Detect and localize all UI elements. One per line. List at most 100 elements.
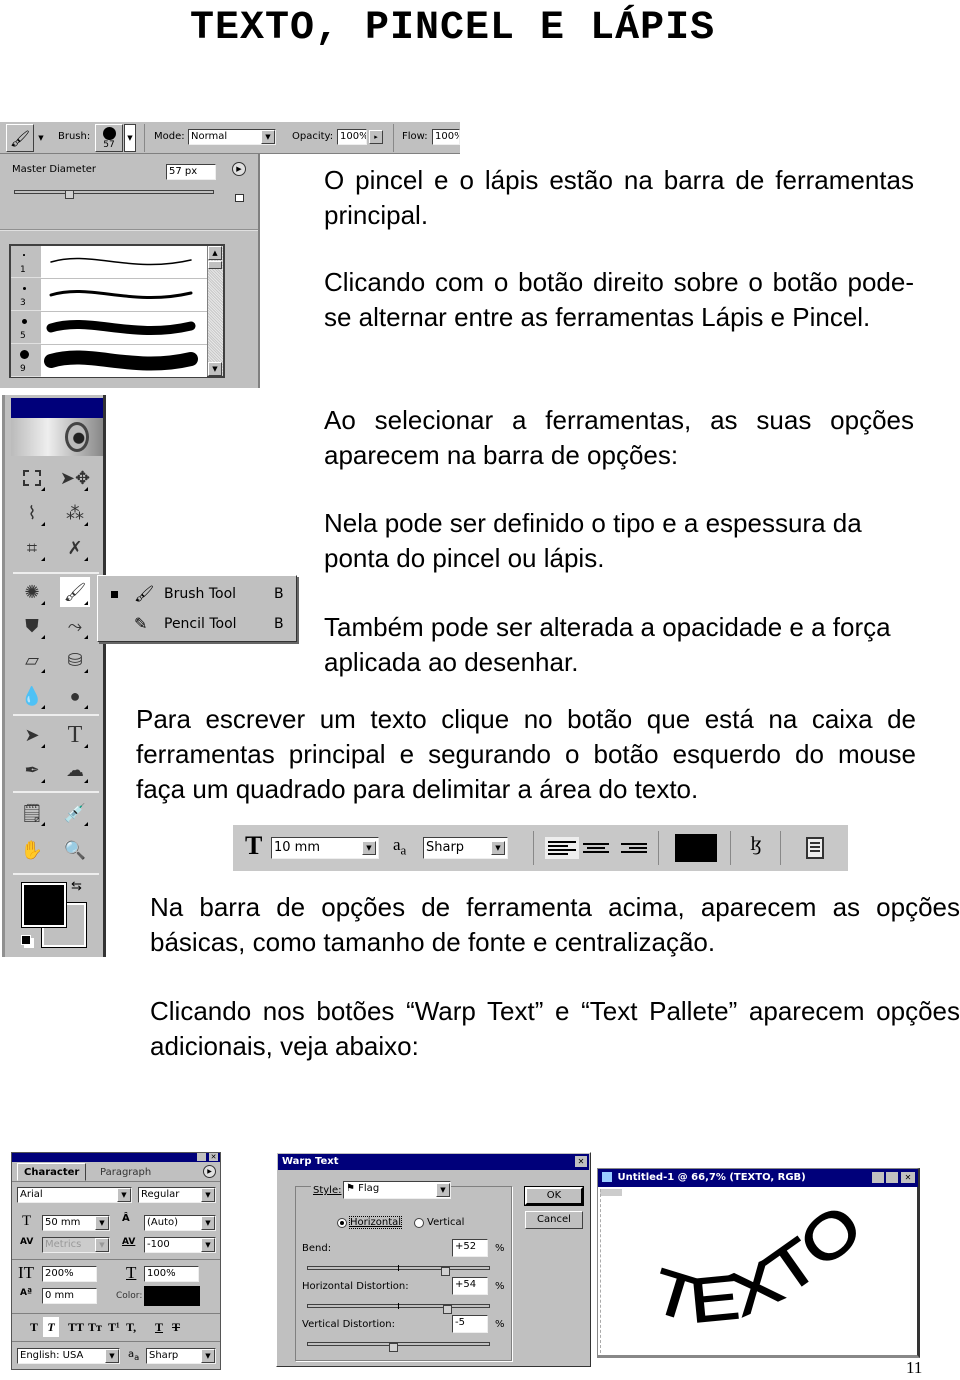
vertical-scale-input[interactable]: 200% (42, 1266, 97, 1282)
flyout-item-brush-tool[interactable]: 🖌 Brush Tool B (98, 582, 296, 608)
bend-slider-thumb[interactable] (441, 1267, 451, 1276)
eyedropper-icon[interactable]: 💉 (60, 798, 90, 828)
custom-shape-icon[interactable]: ☁ (60, 755, 90, 785)
horizontal-distortion-slider-thumb[interactable] (442, 1305, 452, 1314)
small-caps-button[interactable]: Tт (88, 1320, 102, 1335)
brush-tool-preset-button[interactable]: 🖌 (6, 124, 34, 152)
brush-preset-row[interactable]: 3 (11, 279, 207, 311)
minimize-button[interactable] (197, 1153, 206, 1161)
tracking-input[interactable]: -100 ▼ (144, 1237, 216, 1253)
marquee-tool-icon[interactable] (17, 463, 47, 493)
brush-preset-row[interactable]: 1 (11, 246, 207, 278)
tab-paragraph[interactable]: Paragraph (94, 1165, 157, 1181)
flyout-item-pencil-tool[interactable]: ✎ Pencil Tool B (98, 612, 296, 638)
opacity-input[interactable]: 100% (337, 129, 367, 145)
brush-dropdown[interactable]: ▼ (124, 124, 136, 152)
close-button[interactable]: ✕ (209, 1153, 218, 1161)
minimize-button[interactable] (872, 1172, 884, 1183)
style-select[interactable]: ⚑ Flag ▼ (343, 1181, 451, 1199)
flow-input[interactable]: 100% (432, 129, 460, 145)
mode-select[interactable]: Normal ▼ (188, 129, 276, 145)
font-style-select[interactable]: Regular ▼ (138, 1187, 216, 1203)
adobe-eye-logo[interactable] (11, 418, 103, 456)
leading-input[interactable]: (Auto) ▼ (144, 1215, 216, 1231)
new-preset-icon[interactable] (235, 194, 244, 202)
language-select[interactable]: English: USA ▼ (17, 1348, 120, 1364)
panel-menu-button[interactable]: ▶ (203, 1165, 216, 1178)
ok-button[interactable]: OK (524, 1186, 584, 1206)
vertical-distortion-input[interactable]: -5 (452, 1315, 488, 1333)
preset-scrollbar[interactable]: ▲ ▼ (207, 246, 223, 376)
cancel-button[interactable]: Cancel (525, 1211, 583, 1229)
faux-bold-button[interactable]: T (30, 1320, 38, 1335)
default-colors-icon[interactable] (21, 935, 31, 945)
scroll-thumb[interactable] (208, 261, 222, 269)
crop-tool-icon[interactable]: ⌗ (17, 533, 47, 563)
tab-character[interactable]: Character (17, 1163, 87, 1181)
tool-preset-dropdown[interactable]: ▼ (35, 124, 47, 152)
swap-colors-icon[interactable]: ⇆ (71, 878, 82, 894)
align-center-button[interactable] (581, 837, 611, 859)
horizontal-distortion-input[interactable]: +54 (452, 1277, 488, 1295)
chevron-down-icon[interactable]: ▼ (362, 841, 376, 855)
opacity-slider-button[interactable]: ▸ (369, 130, 383, 144)
radio-horizontal[interactable]: Horizontal (337, 1216, 403, 1229)
history-brush-icon[interactable]: ⤳ (60, 611, 90, 641)
horizontal-scale-input[interactable]: 100% (144, 1266, 199, 1282)
superscript-button[interactable]: T¹ (108, 1320, 120, 1335)
vertical-distortion-slider[interactable] (307, 1342, 490, 1346)
dodge-tool-icon[interactable]: ● (60, 681, 90, 711)
lasso-tool-icon[interactable]: ⌇ (17, 498, 47, 528)
magic-wand-icon[interactable]: ⁂ (60, 498, 90, 528)
align-right-button[interactable] (617, 837, 647, 859)
all-caps-button[interactable]: TT (68, 1320, 84, 1335)
subscript-button[interactable]: T, (126, 1320, 136, 1335)
zoom-tool-icon[interactable]: 🔍 (60, 835, 90, 865)
move-tool-icon[interactable]: ➤✥ (60, 463, 90, 493)
panel-menu-button[interactable]: ▶ (232, 162, 246, 176)
notes-tool-icon[interactable]: 🗒 (17, 798, 47, 828)
pen-tool-icon[interactable]: ✒ (17, 755, 47, 785)
font-size-input[interactable]: 50 mm ▼ (42, 1215, 110, 1231)
palettes-button[interactable] (806, 837, 824, 859)
hand-tool-icon[interactable]: ✋ (17, 835, 47, 865)
brush-preview[interactable]: 57 (95, 124, 123, 152)
master-diameter-slider[interactable] (14, 190, 214, 194)
text-color-swatch[interactable] (144, 1286, 200, 1306)
canvas[interactable]: TEXTO (600, 1189, 916, 1353)
master-diameter-slider-thumb[interactable] (65, 190, 74, 199)
brush-tool-icon[interactable]: 🖌 (60, 577, 90, 607)
scroll-up-button[interactable]: ▲ (208, 246, 222, 260)
foreground-color-swatch[interactable] (21, 882, 67, 928)
font-size-input[interactable]: 10 mm ▼ (271, 837, 379, 859)
kerning-select[interactable]: Metrics ▼ (42, 1237, 110, 1253)
chevron-down-icon[interactable]: ▼ (491, 841, 505, 855)
warp-text-button[interactable]: ɮ (743, 833, 769, 861)
healing-brush-icon[interactable]: ✺ (17, 577, 47, 607)
type-tool-icon[interactable]: T (60, 720, 90, 750)
font-family-select[interactable]: Arial ▼ (17, 1187, 132, 1203)
clone-stamp-icon[interactable]: ⛊ (17, 611, 47, 641)
maximize-button[interactable] (886, 1172, 898, 1183)
path-selection-icon[interactable]: ➤ (17, 720, 47, 750)
vertical-distortion-slider-thumb[interactable] (388, 1343, 398, 1352)
master-diameter-input[interactable]: 57 px (166, 164, 216, 180)
brush-preset-row[interactable]: 5 (11, 312, 207, 344)
text-color-swatch[interactable] (675, 834, 717, 862)
radio-vertical[interactable]: Vertical (414, 1217, 464, 1228)
slice-tool-icon[interactable]: ✗ (60, 533, 90, 563)
eraser-tool-icon[interactable]: ▱ (17, 645, 47, 675)
blur-tool-icon[interactable]: 💧 (17, 681, 47, 711)
strikethrough-button[interactable]: T (172, 1320, 180, 1335)
align-left-button[interactable] (545, 837, 579, 859)
bend-input[interactable]: +52 (452, 1239, 488, 1257)
close-button[interactable]: ✕ (575, 1156, 587, 1167)
antialias-select[interactable]: Sharp ▼ (146, 1348, 216, 1364)
baseline-shift-input[interactable]: 0 mm (42, 1288, 97, 1304)
antialias-select[interactable]: Sharp ▼ (423, 837, 508, 859)
underline-button[interactable]: T (155, 1320, 163, 1335)
scroll-down-button[interactable]: ▼ (208, 362, 222, 376)
faux-italic-button[interactable]: T (43, 1317, 59, 1337)
brush-preset-row[interactable]: 9 (11, 345, 207, 377)
paint-bucket-icon[interactable]: ⛁ (60, 645, 90, 675)
